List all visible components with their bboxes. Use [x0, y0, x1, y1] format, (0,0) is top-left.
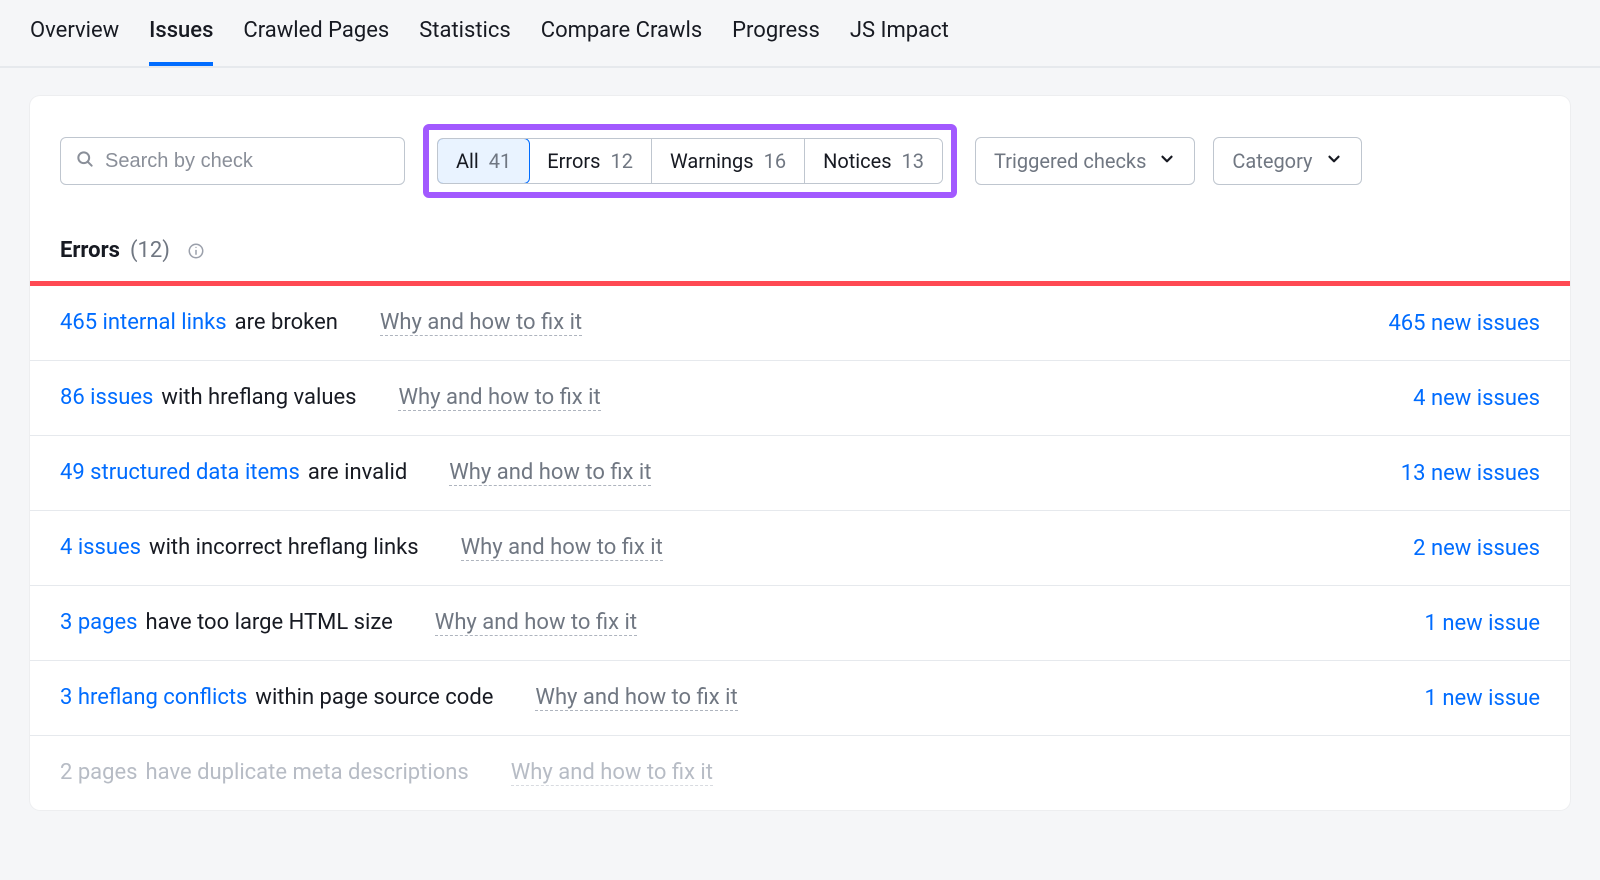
issue-row[interactable]: 49 structured data items are invalid Why…: [30, 436, 1570, 511]
new-issues-link[interactable]: 1 new issue: [1425, 611, 1540, 636]
filter-notices[interactable]: Notices 13: [805, 139, 942, 183]
section-count: (12): [130, 238, 170, 263]
new-issues-link[interactable]: 1 new issue: [1425, 686, 1540, 711]
issue-text: within page source code: [255, 685, 493, 710]
filter-warnings[interactable]: Warnings 16: [652, 139, 805, 183]
issue-text: have duplicate meta descriptions: [146, 760, 469, 785]
new-issues-link[interactable]: 465 new issues: [1388, 311, 1540, 336]
issue-link[interactable]: 4 issues: [60, 535, 141, 560]
issue-text: are invalid: [308, 460, 407, 485]
section-title: Errors: [60, 238, 120, 263]
issues-card: All 41 Errors 12 Warnings 16 Notices 13: [30, 96, 1570, 810]
section-header: Errors (12): [30, 206, 1570, 281]
issue-link[interactable]: 3 pages: [60, 610, 138, 635]
issue-link[interactable]: 49 structured data items: [60, 460, 300, 485]
why-how-fix-link[interactable]: Why and how to fix it: [461, 535, 663, 561]
filter-segment: All 41 Errors 12 Warnings 16 Notices 13: [437, 138, 943, 184]
filter-highlight-box: All 41 Errors 12 Warnings 16 Notices 13: [423, 124, 957, 198]
issue-row[interactable]: 465 internal links are broken Why and ho…: [30, 286, 1570, 361]
issue-row[interactable]: 3 pages have too large HTML size Why and…: [30, 586, 1570, 661]
tab-issues[interactable]: Issues: [149, 0, 213, 66]
triggered-checks-dropdown[interactable]: Triggered checks: [975, 137, 1195, 185]
why-how-fix-link[interactable]: Why and how to fix it: [535, 685, 737, 711]
why-how-fix-link[interactable]: Why and how to fix it: [380, 310, 582, 336]
filter-errors-count: 12: [611, 149, 633, 173]
filter-errors-label: Errors: [547, 149, 600, 173]
info-icon[interactable]: [186, 241, 206, 261]
tab-overview[interactable]: Overview: [30, 0, 119, 66]
controls-row: All 41 Errors 12 Warnings 16 Notices 13: [30, 124, 1570, 206]
triggered-checks-label: Triggered checks: [994, 149, 1146, 173]
category-label: Category: [1232, 149, 1312, 173]
filter-warnings-count: 16: [764, 149, 786, 173]
tab-statistics[interactable]: Statistics: [419, 0, 511, 66]
new-issues-link[interactable]: 4 new issues: [1413, 386, 1540, 411]
why-how-fix-link[interactable]: Why and how to fix it: [435, 610, 637, 636]
issue-link[interactable]: 3 hreflang conflicts: [60, 685, 247, 710]
issue-text: are broken: [235, 310, 338, 335]
issues-list: 465 internal links are broken Why and ho…: [30, 286, 1570, 810]
filter-all-count: 41: [489, 149, 511, 173]
tab-js-impact[interactable]: JS Impact: [850, 0, 949, 66]
filter-notices-count: 13: [902, 149, 924, 173]
tab-crawled-pages[interactable]: Crawled Pages: [243, 0, 389, 66]
new-issues-link[interactable]: 13 new issues: [1401, 461, 1540, 486]
issue-link[interactable]: 465 internal links: [60, 310, 227, 335]
issue-row[interactable]: 3 hreflang conflicts within page source …: [30, 661, 1570, 736]
issue-row[interactable]: 2 pages have duplicate meta descriptions…: [30, 736, 1570, 810]
filter-notices-label: Notices: [823, 149, 891, 173]
filter-all-label: All: [456, 149, 479, 173]
issue-text: with incorrect hreflang links: [149, 535, 419, 560]
why-how-fix-link[interactable]: Why and how to fix it: [398, 385, 600, 411]
why-how-fix-link[interactable]: Why and how to fix it: [511, 760, 713, 786]
category-dropdown[interactable]: Category: [1213, 137, 1361, 185]
search-input[interactable]: [105, 150, 390, 173]
issue-row[interactable]: 86 issues with hreflang values Why and h…: [30, 361, 1570, 436]
issue-text: have too large HTML size: [146, 610, 393, 635]
chevron-down-icon: [1325, 149, 1343, 173]
search-box[interactable]: [60, 137, 405, 185]
tab-progress[interactable]: Progress: [732, 0, 820, 66]
filter-warnings-label: Warnings: [670, 149, 754, 173]
chevron-down-icon: [1158, 149, 1176, 173]
tab-compare-crawls[interactable]: Compare Crawls: [541, 0, 702, 66]
search-icon: [75, 149, 95, 174]
new-issues-link[interactable]: 2 new issues: [1413, 536, 1540, 561]
filter-errors[interactable]: Errors 12: [529, 139, 652, 183]
issue-link[interactable]: 86 issues: [60, 385, 153, 410]
why-how-fix-link[interactable]: Why and how to fix it: [449, 460, 651, 486]
issue-text: with hreflang values: [161, 385, 356, 410]
issue-row[interactable]: 4 issues with incorrect hreflang links W…: [30, 511, 1570, 586]
filter-all[interactable]: All 41: [437, 138, 530, 184]
top-nav: Overview Issues Crawled Pages Statistics…: [0, 0, 1600, 68]
issue-link[interactable]: 2 pages: [60, 760, 138, 785]
